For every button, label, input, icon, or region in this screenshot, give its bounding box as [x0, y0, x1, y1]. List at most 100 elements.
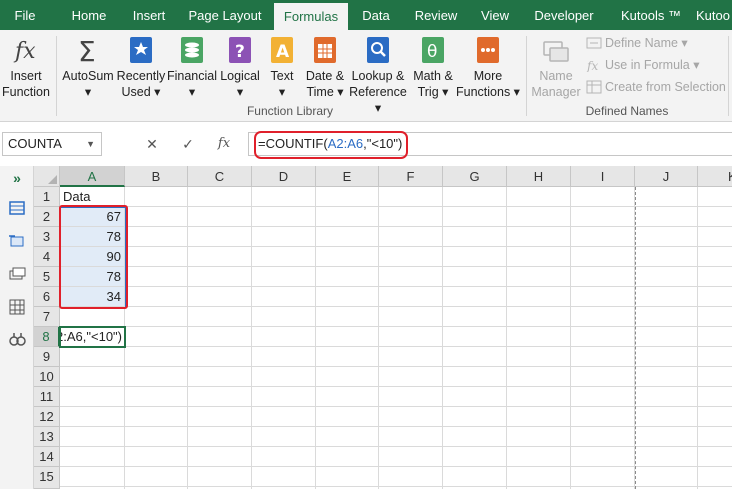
chevron-down-icon[interactable]: ▼ [86, 133, 95, 155]
tab-data[interactable]: Data [354, 0, 398, 30]
cell-h3[interactable] [507, 227, 571, 247]
row-header-2[interactable]: 2 [34, 207, 60, 227]
cell-d15[interactable] [252, 467, 316, 487]
row-header-10[interactable]: 10 [34, 367, 60, 387]
cell-f8[interactable] [379, 327, 443, 347]
cell-e11[interactable] [316, 387, 379, 407]
cell-f4[interactable] [379, 247, 443, 267]
cell-b1[interactable] [125, 187, 188, 207]
cell-f7[interactable] [379, 307, 443, 327]
cell-d6[interactable] [252, 287, 316, 307]
row-header-1[interactable]: 1 [34, 187, 60, 207]
cell-j4[interactable] [635, 247, 698, 267]
cell-f14[interactable] [379, 447, 443, 467]
cell-a8[interactable]: =COUNTIF(A2:A6,"<10") [59, 326, 126, 348]
use-in-formula-button[interactable]: fx Use in Formula ▾ [586, 55, 700, 75]
cell-h13[interactable] [507, 427, 571, 447]
cell-c4[interactable] [188, 247, 252, 267]
define-name-button[interactable]: Define Name ▾ [586, 33, 688, 53]
cell-h7[interactable] [507, 307, 571, 327]
cell-a7[interactable] [60, 307, 125, 327]
row-header-5[interactable]: 5 [34, 267, 60, 287]
name-manager-pane-icon[interactable] [8, 265, 26, 283]
cell-e8[interactable] [316, 327, 379, 347]
column-header-g[interactable]: G [443, 166, 507, 187]
cell-a13[interactable] [60, 427, 125, 447]
cell-f1[interactable] [379, 187, 443, 207]
cell-k14[interactable] [698, 447, 732, 467]
cell-e7[interactable] [316, 307, 379, 327]
cell-d5[interactable] [252, 267, 316, 287]
lookup-reference-button[interactable]: Lookup & Reference ▾ [346, 34, 410, 115]
cell-d9[interactable] [252, 347, 316, 367]
column-header-i[interactable]: I [571, 166, 635, 187]
column-header-k[interactable]: K [698, 166, 732, 187]
cell-c1[interactable] [188, 187, 252, 207]
insert-function-fx-icon[interactable]: fx [212, 132, 236, 156]
cell-b8[interactable] [125, 327, 188, 347]
cell-c9[interactable] [188, 347, 252, 367]
cell-i11[interactable] [571, 387, 635, 407]
insert-function-button[interactable]: fx Insert Function [0, 34, 52, 114]
cell-c7[interactable] [188, 307, 252, 327]
tab-kutools[interactable]: Kutools ™ [610, 0, 692, 30]
cell-b2[interactable] [125, 207, 188, 227]
logical-button[interactable]: ? Logical ▾ [218, 34, 262, 114]
cell-d11[interactable] [252, 387, 316, 407]
create-from-selection-button[interactable]: Create from Selection [586, 77, 726, 97]
column-header-a[interactable]: A [60, 166, 125, 187]
cell-j7[interactable] [635, 307, 698, 327]
row-header-3[interactable]: 3 [34, 227, 60, 247]
cell-k5[interactable] [698, 267, 732, 287]
cell-b12[interactable] [125, 407, 188, 427]
cell-i14[interactable] [571, 447, 635, 467]
cell-k2[interactable] [698, 207, 732, 227]
cell-g15[interactable] [443, 467, 507, 487]
cell-h11[interactable] [507, 387, 571, 407]
cell-f15[interactable] [379, 467, 443, 487]
name-manager-button[interactable]: Name Manager [530, 34, 582, 114]
cell-h9[interactable] [507, 347, 571, 367]
cell-d3[interactable] [252, 227, 316, 247]
cell-i10[interactable] [571, 367, 635, 387]
cell-j15[interactable] [635, 467, 698, 487]
cell-c10[interactable] [188, 367, 252, 387]
financial-button[interactable]: Financial ▾ [166, 34, 218, 114]
cell-k9[interactable] [698, 347, 732, 367]
tab-view[interactable]: View [472, 0, 518, 30]
column-header-e[interactable]: E [316, 166, 379, 187]
cell-j10[interactable] [635, 367, 698, 387]
cell-d13[interactable] [252, 427, 316, 447]
cell-c13[interactable] [188, 427, 252, 447]
cell-g7[interactable] [443, 307, 507, 327]
cell-f6[interactable] [379, 287, 443, 307]
cell-d1[interactable] [252, 187, 316, 207]
cell-c11[interactable] [188, 387, 252, 407]
cell-h14[interactable] [507, 447, 571, 467]
cell-i2[interactable] [571, 207, 635, 227]
cell-d14[interactable] [252, 447, 316, 467]
cell-e15[interactable] [316, 467, 379, 487]
cell-j6[interactable] [635, 287, 698, 307]
cell-i1[interactable] [571, 187, 635, 207]
row-header-11[interactable]: 11 [34, 387, 60, 407]
column-header-b[interactable]: B [125, 166, 188, 187]
tab-developer[interactable]: Developer [530, 0, 598, 30]
cell-k11[interactable] [698, 387, 732, 407]
cell-a15[interactable] [60, 467, 125, 487]
cell-d8[interactable] [252, 327, 316, 347]
row-header-9[interactable]: 9 [34, 347, 60, 367]
row-header-4[interactable]: 4 [34, 247, 60, 267]
cell-e14[interactable] [316, 447, 379, 467]
expand-pane-icon[interactable]: » [8, 169, 26, 187]
cell-h6[interactable] [507, 287, 571, 307]
cell-g4[interactable] [443, 247, 507, 267]
cell-g14[interactable] [443, 447, 507, 467]
cell-b11[interactable] [125, 387, 188, 407]
column-header-c[interactable]: C [188, 166, 252, 187]
column-header-h[interactable]: H [507, 166, 571, 187]
tab-page-layout[interactable]: Page Layout [182, 0, 268, 30]
cell-a9[interactable] [60, 347, 125, 367]
cell-j11[interactable] [635, 387, 698, 407]
cell-d2[interactable] [252, 207, 316, 227]
